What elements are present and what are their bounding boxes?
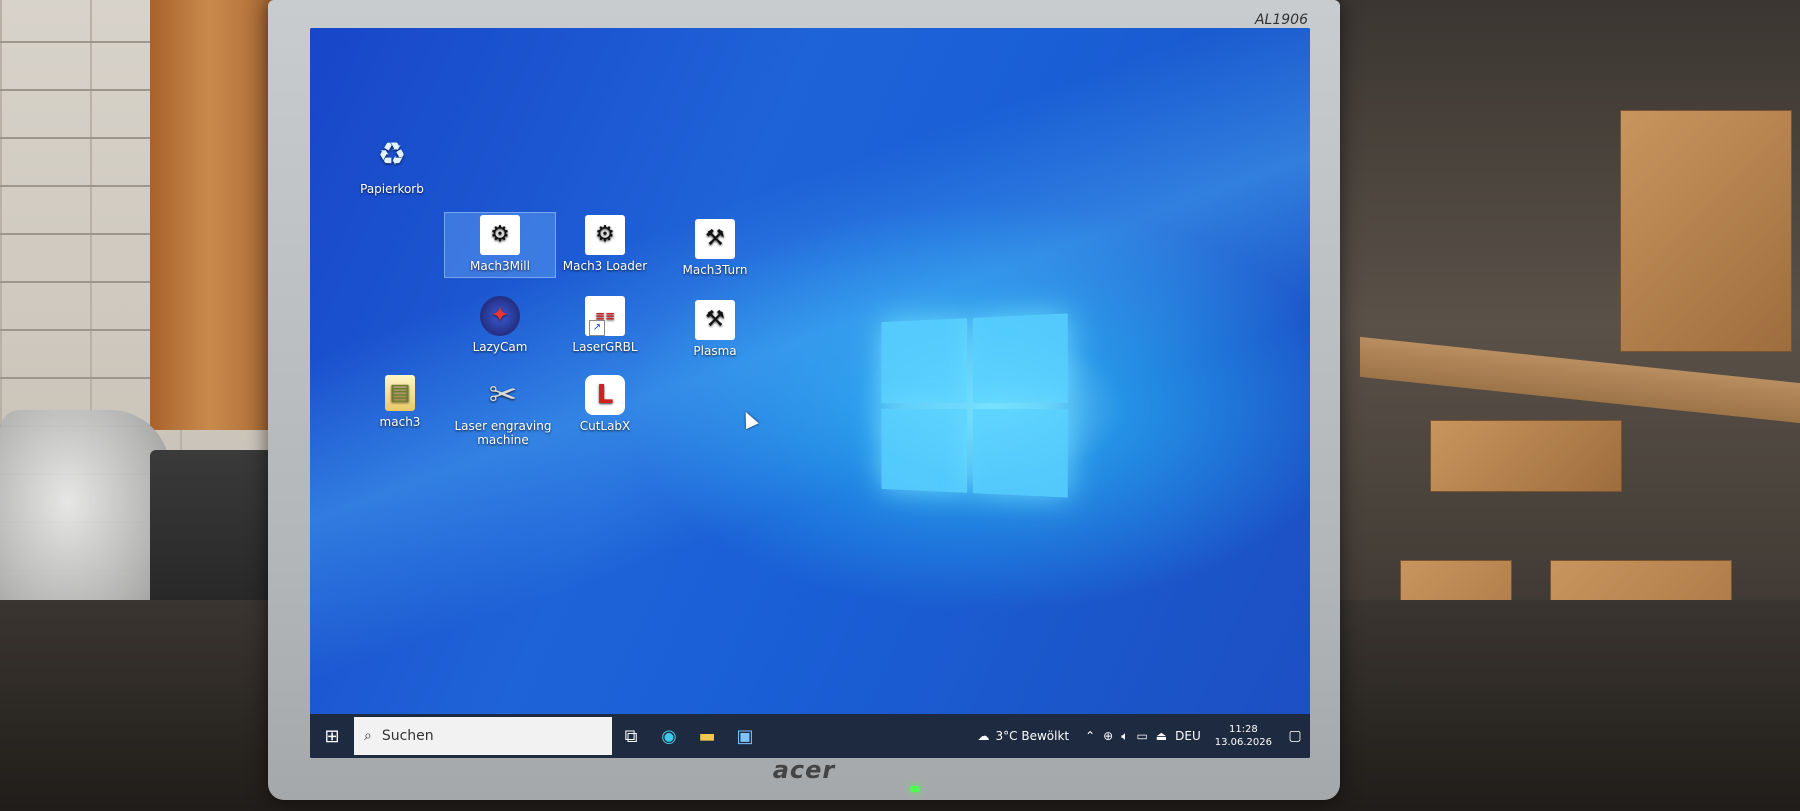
battery-icon[interactable]: ▭ xyxy=(1136,729,1147,743)
windows-logo-wallpaper xyxy=(881,313,1068,498)
desktop-icon-papierkorb[interactable]: ♻ Papierkorb xyxy=(337,124,447,196)
windows-desktop: ♻ Papierkorb ⚙ Mach3Mill ⚙ Mach3 Loader … xyxy=(310,28,1310,758)
weather-text: 3°C Bewölkt xyxy=(995,729,1070,743)
lathe-icon: ⚒ xyxy=(695,219,735,259)
desktop-icon-mach3-folder[interactable]: ▤ mach3 xyxy=(345,373,455,429)
desktop-icon-mach3turn[interactable]: ⚒ Mach3Turn xyxy=(660,217,770,277)
weather-widget[interactable]: ☁ 3°C Bewölkt xyxy=(968,729,1080,743)
monitor-model-label: AL1906 xyxy=(1254,12,1308,28)
tools-icon: ✂ xyxy=(488,375,518,415)
cutlabx-icon: L xyxy=(585,375,625,415)
desktop-icon-label: Papierkorb xyxy=(360,182,424,196)
store-button[interactable]: ▣ xyxy=(726,714,764,758)
taskbar-search-box[interactable]: ⌕ Suchen xyxy=(354,717,612,755)
screen: ♻ Papierkorb ⚙ Mach3Mill ⚙ Mach3 Loader … xyxy=(310,28,1310,758)
folder-icon: ▤ xyxy=(385,375,415,411)
monitor-brand-logo: acer xyxy=(772,756,836,784)
folder-icon: ▬ xyxy=(698,725,716,747)
network-icon[interactable]: ⊕ xyxy=(1103,729,1113,743)
weather-icon: ☁ xyxy=(977,729,990,743)
desktop-icon-label: mach3 xyxy=(379,415,421,429)
windows-start-icon: ⊞ xyxy=(324,725,340,747)
taskbar: ⊞ ⌕ Suchen ⧉ ◉ ▬ ▣ ☁ 3°C Bewölkt ⌃ ⊕ 🔈︎ … xyxy=(310,714,1310,758)
desktop-icon-label: Mach3Mill xyxy=(470,259,530,273)
task-view-button[interactable]: ⧉ xyxy=(612,714,650,758)
store-icon: ▣ xyxy=(736,725,754,747)
desktop-icon-mach3-loader[interactable]: ⚙ Mach3 Loader xyxy=(550,213,660,273)
file-explorer-button[interactable]: ▬ xyxy=(688,714,726,758)
desktop-icon-cutlabx[interactable]: L CutLabX xyxy=(550,373,660,433)
cardboard-box xyxy=(1430,420,1622,492)
cnc-machine-icon: ⚙ xyxy=(585,215,625,255)
task-view-icon: ⧉ xyxy=(624,725,638,747)
desktop-icon-label: Laser engraving machine xyxy=(454,419,552,447)
desktop-icon-label: Mach3 Loader xyxy=(562,259,648,273)
desktop-icon-label: LaserGRBL xyxy=(572,340,638,354)
recycle-bin-icon: ♻ xyxy=(377,135,407,173)
notification-button[interactable]: ▢ xyxy=(1280,728,1310,744)
chevron-up-icon[interactable]: ⌃ xyxy=(1085,729,1095,743)
start-button[interactable]: ⊞ xyxy=(310,714,354,758)
notification-icon: ▢ xyxy=(1288,728,1302,744)
language-indicator[interactable]: DEU xyxy=(1175,729,1201,743)
cnc-machine-icon: ⚙ xyxy=(480,215,520,255)
edge-button[interactable]: ◉ xyxy=(650,714,688,758)
shortcut-arrow-icon: ↗ xyxy=(589,320,605,336)
power-led xyxy=(910,786,920,792)
desktop-icon-mach3mill[interactable]: ⚙ Mach3Mill xyxy=(444,212,556,278)
clock-time: 11:28 xyxy=(1228,724,1258,735)
clock-date: 13.06.2026 xyxy=(1214,737,1272,748)
volume-icon[interactable]: 🔈︎ xyxy=(1121,729,1128,744)
desktop-icon-lasergrbl[interactable]: ≡≡ ↗ LaserGRBL xyxy=(550,294,660,354)
desktop-icon-laser-engraving[interactable]: ✂ Laser engraving machine xyxy=(448,373,558,447)
search-icon: ⌕ xyxy=(364,728,372,744)
desktop-icon-label: Plasma xyxy=(693,344,737,358)
desktop-icon-label: Mach3Turn xyxy=(682,263,748,277)
edge-browser-icon: ◉ xyxy=(661,725,677,747)
desktop-icon-label: LazyCam xyxy=(472,340,528,354)
desktop-icon-plasma[interactable]: ⚒ Plasma xyxy=(660,298,770,358)
desktop-icon-lazycam[interactable]: ✦ LazyCam xyxy=(445,294,555,354)
monitor: AL1906 ♻ Papierkorb ⚙ Mach3Mill ⚙ Mach3 … xyxy=(268,0,1340,800)
clock[interactable]: 11:28 13.06.2026 xyxy=(1207,723,1280,749)
usb-icon[interactable]: ⏏ xyxy=(1156,729,1167,743)
lazycam-icon: ✦ xyxy=(480,296,520,336)
lathe-icon: ⚒ xyxy=(695,300,735,340)
search-placeholder: Suchen xyxy=(381,728,434,744)
desktop-icon-label: CutLabX xyxy=(579,419,631,433)
cardboard-box xyxy=(1620,110,1792,352)
system-tray: ⌃ ⊕ 🔈︎ ▭ ⏏ DEU xyxy=(1079,729,1207,744)
